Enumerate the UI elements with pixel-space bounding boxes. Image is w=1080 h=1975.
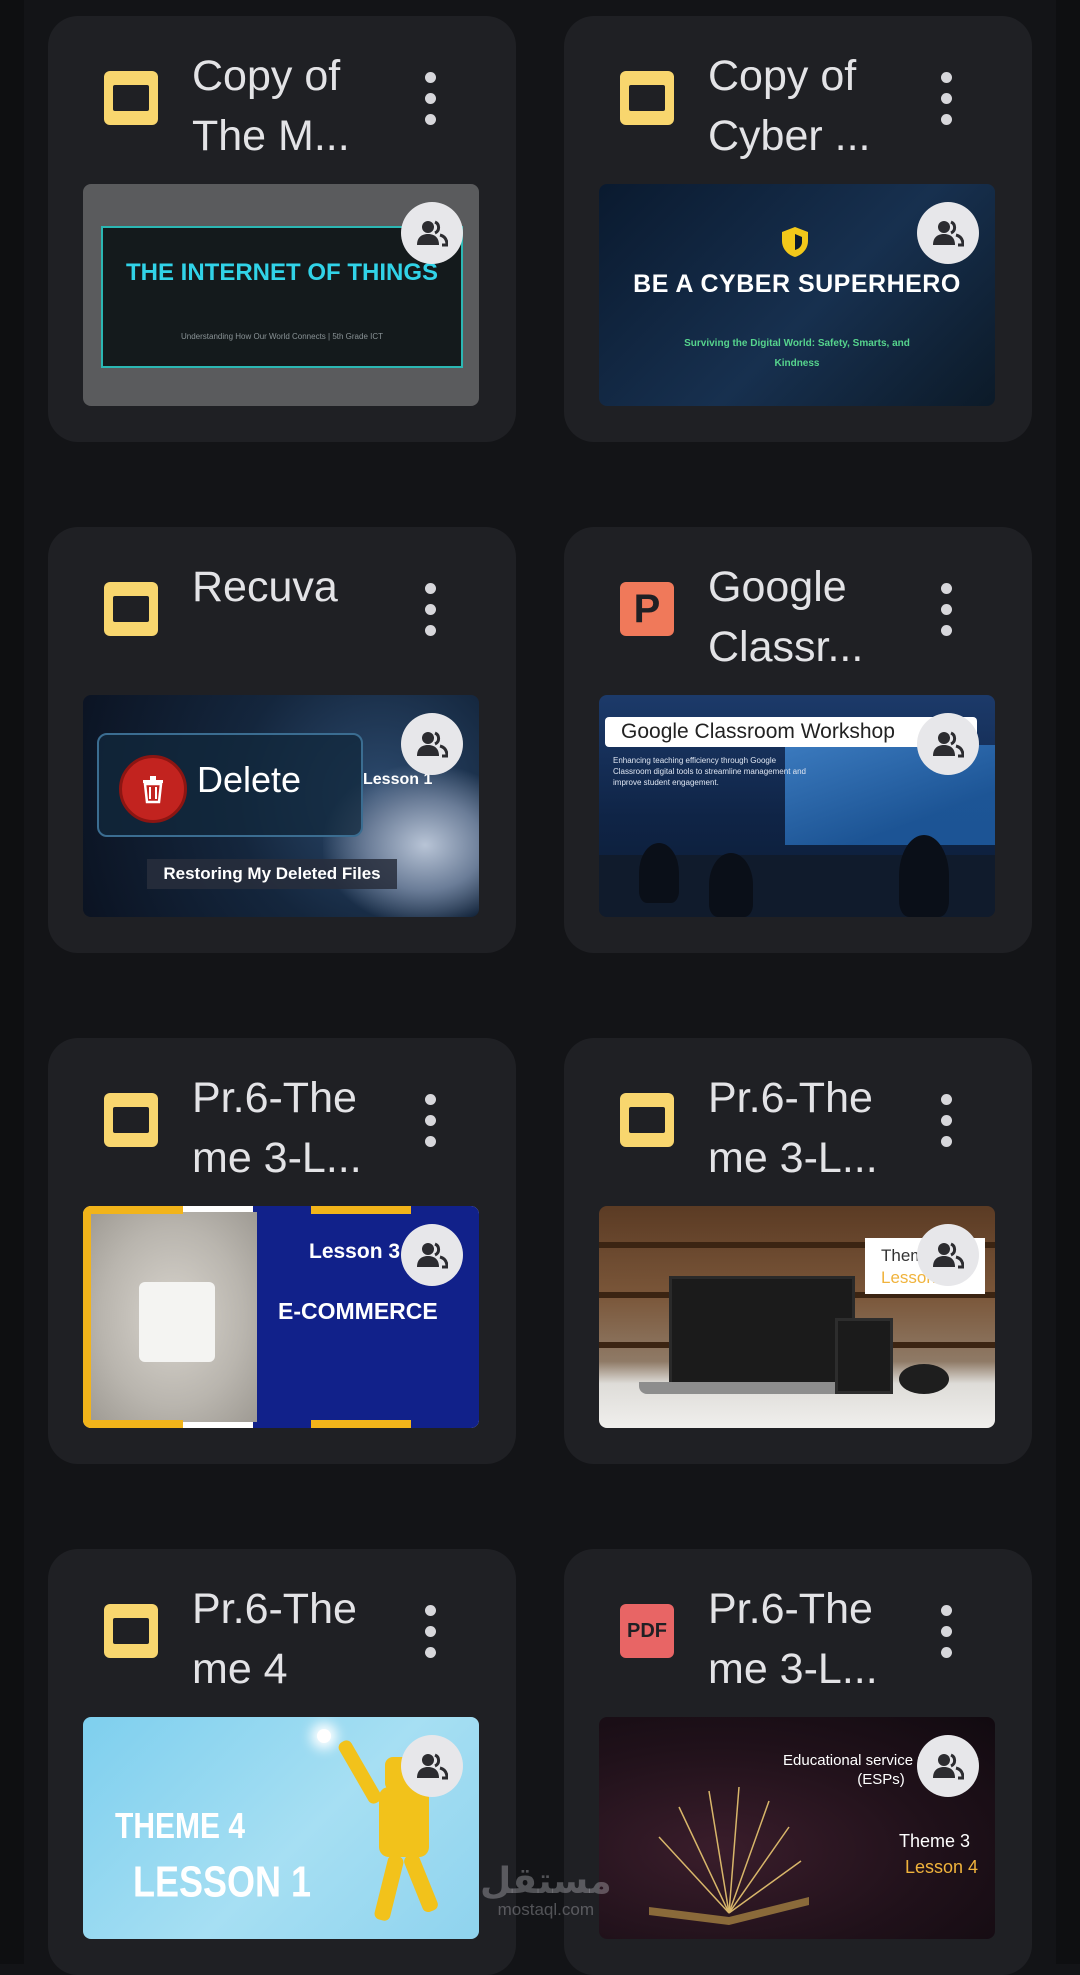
more-options-icon[interactable]: [924, 1090, 968, 1150]
robot-arm: [336, 1738, 384, 1806]
thumbnail[interactable]: BE A CYBER SUPERHERO Surviving the Digita…: [599, 184, 995, 406]
thumbnail[interactable]: Delete Lesson 1 Restoring My Deleted Files: [83, 695, 479, 917]
student-silhouette: [709, 853, 753, 917]
file-card[interactable]: P Google Classr... Google Classroom Worksh…: [564, 527, 1032, 953]
student-silhouette: [639, 843, 679, 903]
book-image: [649, 1786, 809, 1925]
slide-subtitle: Understanding How Our World Connects | 5…: [180, 332, 384, 341]
lesson-label: LESSON 1: [133, 1857, 312, 1907]
accent-bar: [83, 1206, 183, 1214]
file-card[interactable]: Pr.6-The me 4 THEME 4 LESSON 1: [48, 1549, 516, 1975]
student-silhouette: [899, 835, 949, 917]
shield-icon: [782, 227, 808, 257]
more-options-icon[interactable]: [408, 1090, 452, 1150]
shared-icon: [401, 1735, 463, 1797]
laptop-image: [669, 1276, 855, 1388]
more-options-icon[interactable]: [924, 68, 968, 128]
file-title: Pr.6-The me 3-L...: [192, 1074, 362, 1182]
trash-icon: [119, 755, 187, 823]
shared-icon: [401, 202, 463, 264]
robot-leg: [373, 1854, 405, 1922]
slide-subtitle: Surviving the Digital World: Safety, Sma…: [684, 338, 910, 369]
theme-label: THEME 4: [115, 1807, 246, 1847]
robot-leg: [402, 1852, 440, 1914]
lesson-label: Lesson 3: [309, 1240, 401, 1263]
watermark: مستقل mostaql.com: [480, 1862, 612, 1920]
accent-bar: [83, 1206, 91, 1428]
lesson-label: Lesson 4: [905, 1857, 979, 1877]
robot-body: [379, 1787, 429, 1857]
file-card[interactable]: Recuva Delete Lesson 1 Restoring My Deleted…: [48, 527, 516, 953]
slide-subtitle: Enhancing teaching efficiency through Go…: [613, 756, 806, 787]
slides-icon: [104, 1604, 158, 1658]
thumbnail[interactable]: Lesson 3 E-COMMERCE: [83, 1206, 479, 1428]
more-options-icon[interactable]: [408, 1601, 452, 1661]
file-title: Google Classr...: [708, 563, 864, 671]
accent-bar: [311, 1206, 411, 1214]
more-options-icon[interactable]: [924, 579, 968, 639]
slides-icon: [104, 71, 158, 125]
right-gutter: [1056, 0, 1080, 1964]
slide-caption: Restoring My Deleted Files: [147, 859, 397, 889]
file-title: Pr.6-The me 4: [192, 1585, 357, 1693]
shared-icon: [917, 1224, 979, 1286]
shared-icon: [401, 713, 463, 775]
meeting-table: [139, 1282, 215, 1362]
more-options-icon[interactable]: [408, 68, 452, 128]
slides-icon: [620, 1093, 674, 1147]
lesson-label: Lesson 1: [363, 771, 433, 788]
file-title: Copy of The M...: [192, 52, 350, 160]
file-card[interactable]: Copy of Cyber ... BE A CYBER SUPERHERO Sur…: [564, 16, 1032, 442]
shared-icon: [917, 713, 979, 775]
file-title: Pr.6-The me 3-L...: [708, 1585, 878, 1693]
slide-heading: BE A CYBER SUPERHERO: [633, 270, 961, 298]
light-bulb: [317, 1729, 331, 1743]
shared-icon: [917, 1735, 979, 1797]
theme-label: Theme 3: [899, 1831, 971, 1851]
tablet-image: [835, 1318, 893, 1394]
slide-heading: THE INTERNET OF THINGS: [126, 259, 438, 286]
watermark-arabic: مستقل: [480, 1860, 612, 1901]
thumbnail[interactable]: Educational service providers (ESPs) Them…: [599, 1717, 995, 1939]
slides-icon: [104, 582, 158, 636]
thumbnail[interactable]: Theme Lesson 5: [599, 1206, 995, 1428]
slides-icon: [620, 71, 674, 125]
file-title: Recuva: [192, 563, 338, 611]
file-card[interactable]: Copy of The M... THE INTERNET OF THINGS Un…: [48, 16, 516, 442]
more-options-icon[interactable]: [924, 1601, 968, 1661]
thumbnail[interactable]: Google Classroom Workshop Enhancing teach…: [599, 695, 995, 917]
meeting-photo: [89, 1212, 257, 1422]
accent-bar: [311, 1420, 411, 1428]
shared-icon: [401, 1224, 463, 1286]
left-gutter: [0, 0, 24, 1964]
slides-icon: [104, 1093, 158, 1147]
file-card[interactable]: PDF Pr.6-The me 3-L... Educational service…: [564, 1549, 1032, 1975]
accent-bar: [83, 1420, 183, 1428]
thumbnail[interactable]: THEME 4 LESSON 1: [83, 1717, 479, 1939]
file-card[interactable]: Pr.6-The me 3-L... Lesson 3 E-COMMERCE: [48, 1038, 516, 1464]
file-title: Pr.6-The me 3-L...: [708, 1074, 878, 1182]
file-card[interactable]: Pr.6-The me 3-L... Theme Lesson 5: [564, 1038, 1032, 1464]
shared-icon: [917, 202, 979, 264]
headphones-image: [899, 1364, 949, 1394]
file-title: Copy of Cyber ...: [708, 52, 871, 160]
more-options-icon[interactable]: [408, 579, 452, 639]
delete-label: Delete: [197, 759, 302, 800]
slide-heading: E-COMMERCE: [278, 1298, 438, 1324]
pdf-icon: PDF: [620, 1604, 674, 1658]
powerpoint-icon: P: [620, 582, 674, 636]
thumbnail[interactable]: THE INTERNET OF THINGS Understanding How …: [83, 184, 479, 406]
watermark-latin: mostaql.com: [497, 1900, 595, 1919]
